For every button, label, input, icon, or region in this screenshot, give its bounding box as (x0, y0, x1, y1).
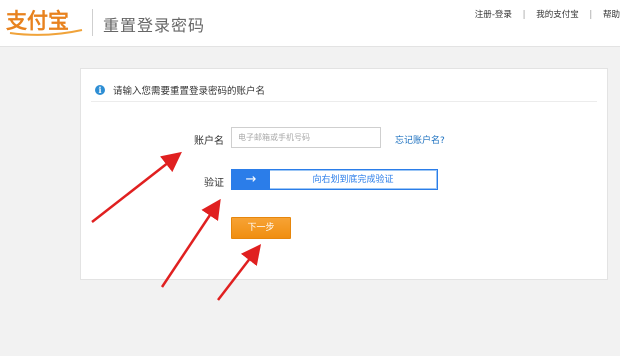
info-icon: i (95, 85, 105, 95)
reset-password-panel: i 请输入您需要重置登录密码的账户名 账户名 忘记账户名? 验证 → 向右划到底… (80, 68, 608, 280)
arrow-right-icon: → (245, 172, 257, 187)
slider-handle[interactable]: → (232, 170, 270, 189)
account-input[interactable] (231, 127, 381, 148)
top-nav: 注册 - 登录 | 我的支付宝 | 帮助 (475, 8, 620, 20)
login-link[interactable]: 登录 (495, 10, 512, 20)
forgot-account-link[interactable]: 忘记账户名? (395, 133, 445, 146)
alipay-logo[interactable]: 支付宝 (6, 6, 86, 38)
register-link[interactable]: 注册 (475, 10, 492, 20)
my-alipay-link[interactable]: 我的支付宝 (536, 10, 579, 20)
logo-text: 支付宝 (6, 8, 69, 33)
account-label: 账户名 (194, 136, 224, 147)
notice: i 请输入您需要重置登录密码的账户名 (95, 83, 265, 97)
slider-hint: 向右划到底完成验证 (270, 170, 437, 189)
nav-separator: | (522, 10, 526, 20)
slide-verify-track[interactable]: → 向右划到底完成验证 (231, 169, 438, 190)
help-link[interactable]: 帮助 (603, 10, 620, 20)
header-bar: 支付宝 重置登录密码 注册 - 登录 | 我的支付宝 | 帮助 (0, 0, 620, 47)
header-divider (92, 9, 93, 36)
next-step-button[interactable]: 下一步 (231, 217, 291, 239)
alipay-logo-graphic: 支付宝 (6, 8, 83, 36)
verify-label: 验证 (204, 178, 224, 189)
page-title: 重置登录密码 (103, 16, 206, 35)
notice-divider (91, 101, 597, 102)
notice-text: 请输入您需要重置登录密码的账户名 (113, 86, 266, 97)
nav-separator: | (589, 10, 593, 20)
